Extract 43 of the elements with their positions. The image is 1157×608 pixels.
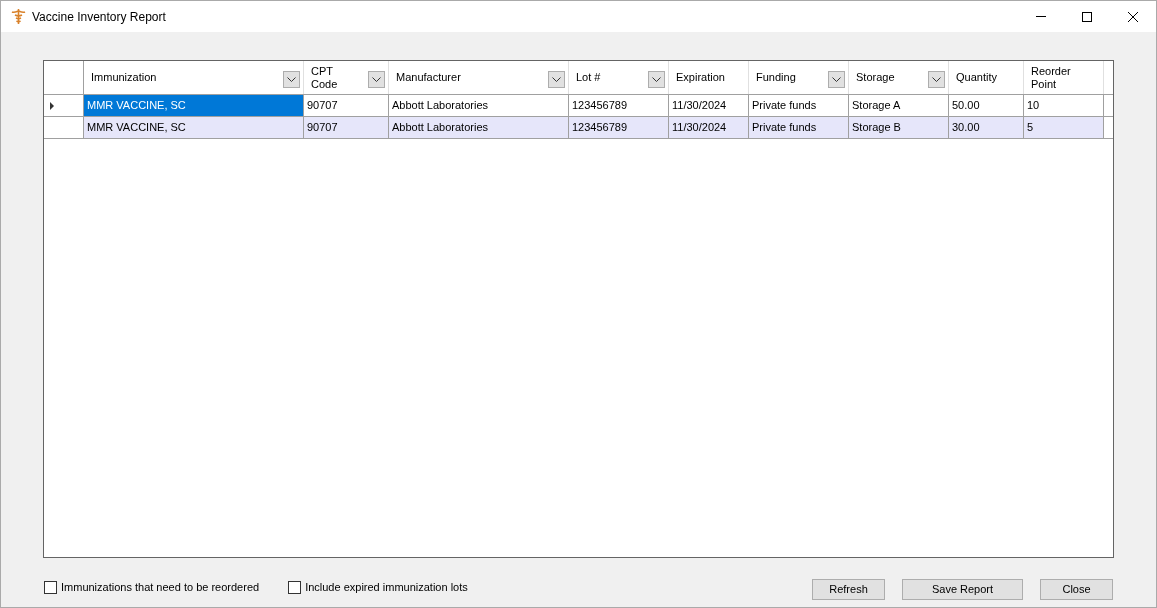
chevron-down-icon [652, 76, 661, 82]
chevron-down-icon [372, 76, 381, 82]
checkbox[interactable] [288, 581, 302, 594]
table-cell: 123456789 [569, 117, 669, 138]
table-cell: Private funds [749, 95, 849, 116]
table-cell: Abbott Laboratories [389, 117, 569, 138]
table-cell: 10 [1024, 95, 1104, 116]
table-cell: 5 [1024, 117, 1104, 138]
checkbox-label[interactable]: Immunizations that need to be reordered [61, 579, 260, 596]
window-title: Vaccine Inventory Report [32, 8, 166, 26]
close-icon [1128, 11, 1138, 22]
table-cell: 123456789 [569, 95, 669, 116]
filter-dropdown-button[interactable] [368, 70, 385, 88]
filter-dropdown-button[interactable] [548, 70, 565, 88]
table-cell: Storage A [849, 95, 949, 116]
action-button[interactable]: Save Report [902, 579, 1023, 600]
action-button[interactable]: Close [1040, 579, 1113, 600]
table-cell: Abbott Laboratories [389, 95, 569, 116]
chevron-down-icon [287, 76, 296, 82]
table-cell: Private funds [749, 117, 849, 138]
chevron-down-icon [932, 76, 941, 82]
filter-dropdown-button[interactable] [283, 70, 300, 88]
table-cell: 11/30/2024 [669, 95, 749, 116]
filter-dropdown-button[interactable] [828, 70, 845, 88]
caduceus-icon [11, 8, 26, 25]
table-cell: 50.00 [949, 95, 1024, 116]
table-cell: 90707 [304, 117, 389, 138]
table-cell: 90707 [304, 95, 389, 116]
table-cell: 30.00 [949, 117, 1024, 138]
minimize-icon [1036, 16, 1046, 17]
maximize-icon [1082, 11, 1092, 22]
current-row-icon [50, 101, 54, 110]
filter-dropdown-button[interactable] [648, 70, 665, 88]
chevron-down-icon [832, 76, 841, 82]
filter-dropdown-button[interactable] [928, 70, 945, 88]
chevron-down-icon [552, 76, 561, 82]
checkbox[interactable] [44, 581, 57, 594]
checkbox-label[interactable]: Include expired immunization lots [305, 579, 468, 596]
table-cell: MMR VACCINE, SC [84, 95, 304, 116]
table-cell: Storage B [849, 117, 949, 138]
table-cell: MMR VACCINE, SC [84, 117, 304, 138]
table-cell: 11/30/2024 [669, 117, 749, 138]
action-button[interactable]: Refresh [812, 579, 885, 600]
